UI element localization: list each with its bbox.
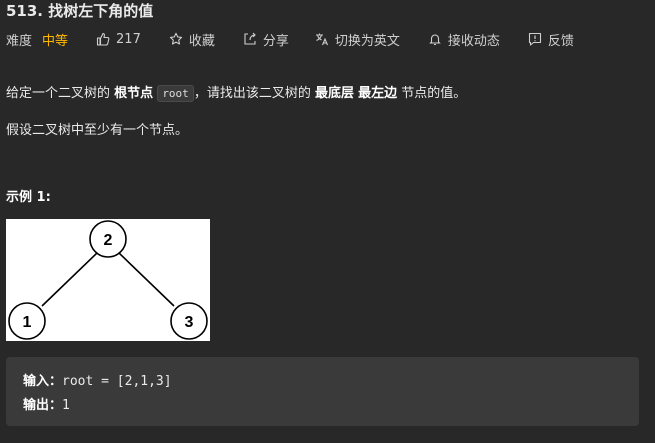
star-icon [169,32,183,46]
tree-node-label: 3 [185,314,194,331]
tree-edge [118,252,175,307]
description-paragraph-2: 假设二叉树中至少有一个节点。 [6,123,189,138]
tree-node-label: 1 [23,314,32,331]
description-bold: 最底层 [314,86,354,101]
example-title: 示例 1: [6,190,51,205]
description-text: ，请找出该二叉树的 [193,86,311,101]
input-value: root = [2,1,3] [62,374,172,389]
description-bold: 根节点 [114,86,154,101]
favorite-button[interactable]: 收藏 [169,30,215,49]
difficulty-label: 难度 [6,33,33,49]
inline-code: root [157,85,194,102]
example-output-line: 输出：1 [23,394,70,413]
difficulty-value: 中等 [42,33,69,49]
thumbs-up-icon [96,32,110,46]
problem-meta-bar: 难度 中等 217 收藏 分享 切换为英文 接收动态 反馈 [6,30,574,49]
translate-button[interactable]: 切换为英文 [315,30,400,49]
subscribe-button[interactable]: 接收动态 [428,30,500,49]
feedback-button[interactable]: 反馈 [528,30,574,49]
bell-icon [428,32,442,46]
tree-edge [41,252,98,307]
translate-icon [315,32,329,46]
like-count: 217 [116,31,141,47]
feedback-label: 反馈 [547,33,574,49]
feedback-icon [528,32,542,46]
example-input-line: 输入：root = [2,1,3] [23,370,172,389]
description-bold: 最左边 [358,86,398,101]
like-button[interactable]: 217 [96,32,141,47]
translate-label: 切换为英文 [334,33,400,49]
difficulty: 难度 中等 [6,30,68,49]
output-value: 1 [62,398,70,413]
tree-node-label: 2 [104,232,113,249]
favorite-label: 收藏 [188,33,215,49]
description-text: 节点的值。 [401,86,467,101]
example-code-block: 输入：root = [2,1,3] 输出：1 [6,357,639,426]
share-label: 分享 [262,33,289,49]
output-label: 输出： [23,398,63,413]
description-paragraph-1: 给定一个二叉树的 根节点 root ，请找出该二叉树的 最底层 最左边 节点的值。 [6,82,467,102]
example-tree-image: 2 1 3 [6,219,210,341]
subscribe-label: 接收动态 [447,33,500,49]
problem-title: 513. 找树左下角的值 [6,2,154,20]
share-button[interactable]: 分享 [243,30,289,49]
description-text: 给定一个二叉树的 [6,86,111,101]
share-icon [243,32,257,46]
input-label: 输入： [23,374,63,389]
